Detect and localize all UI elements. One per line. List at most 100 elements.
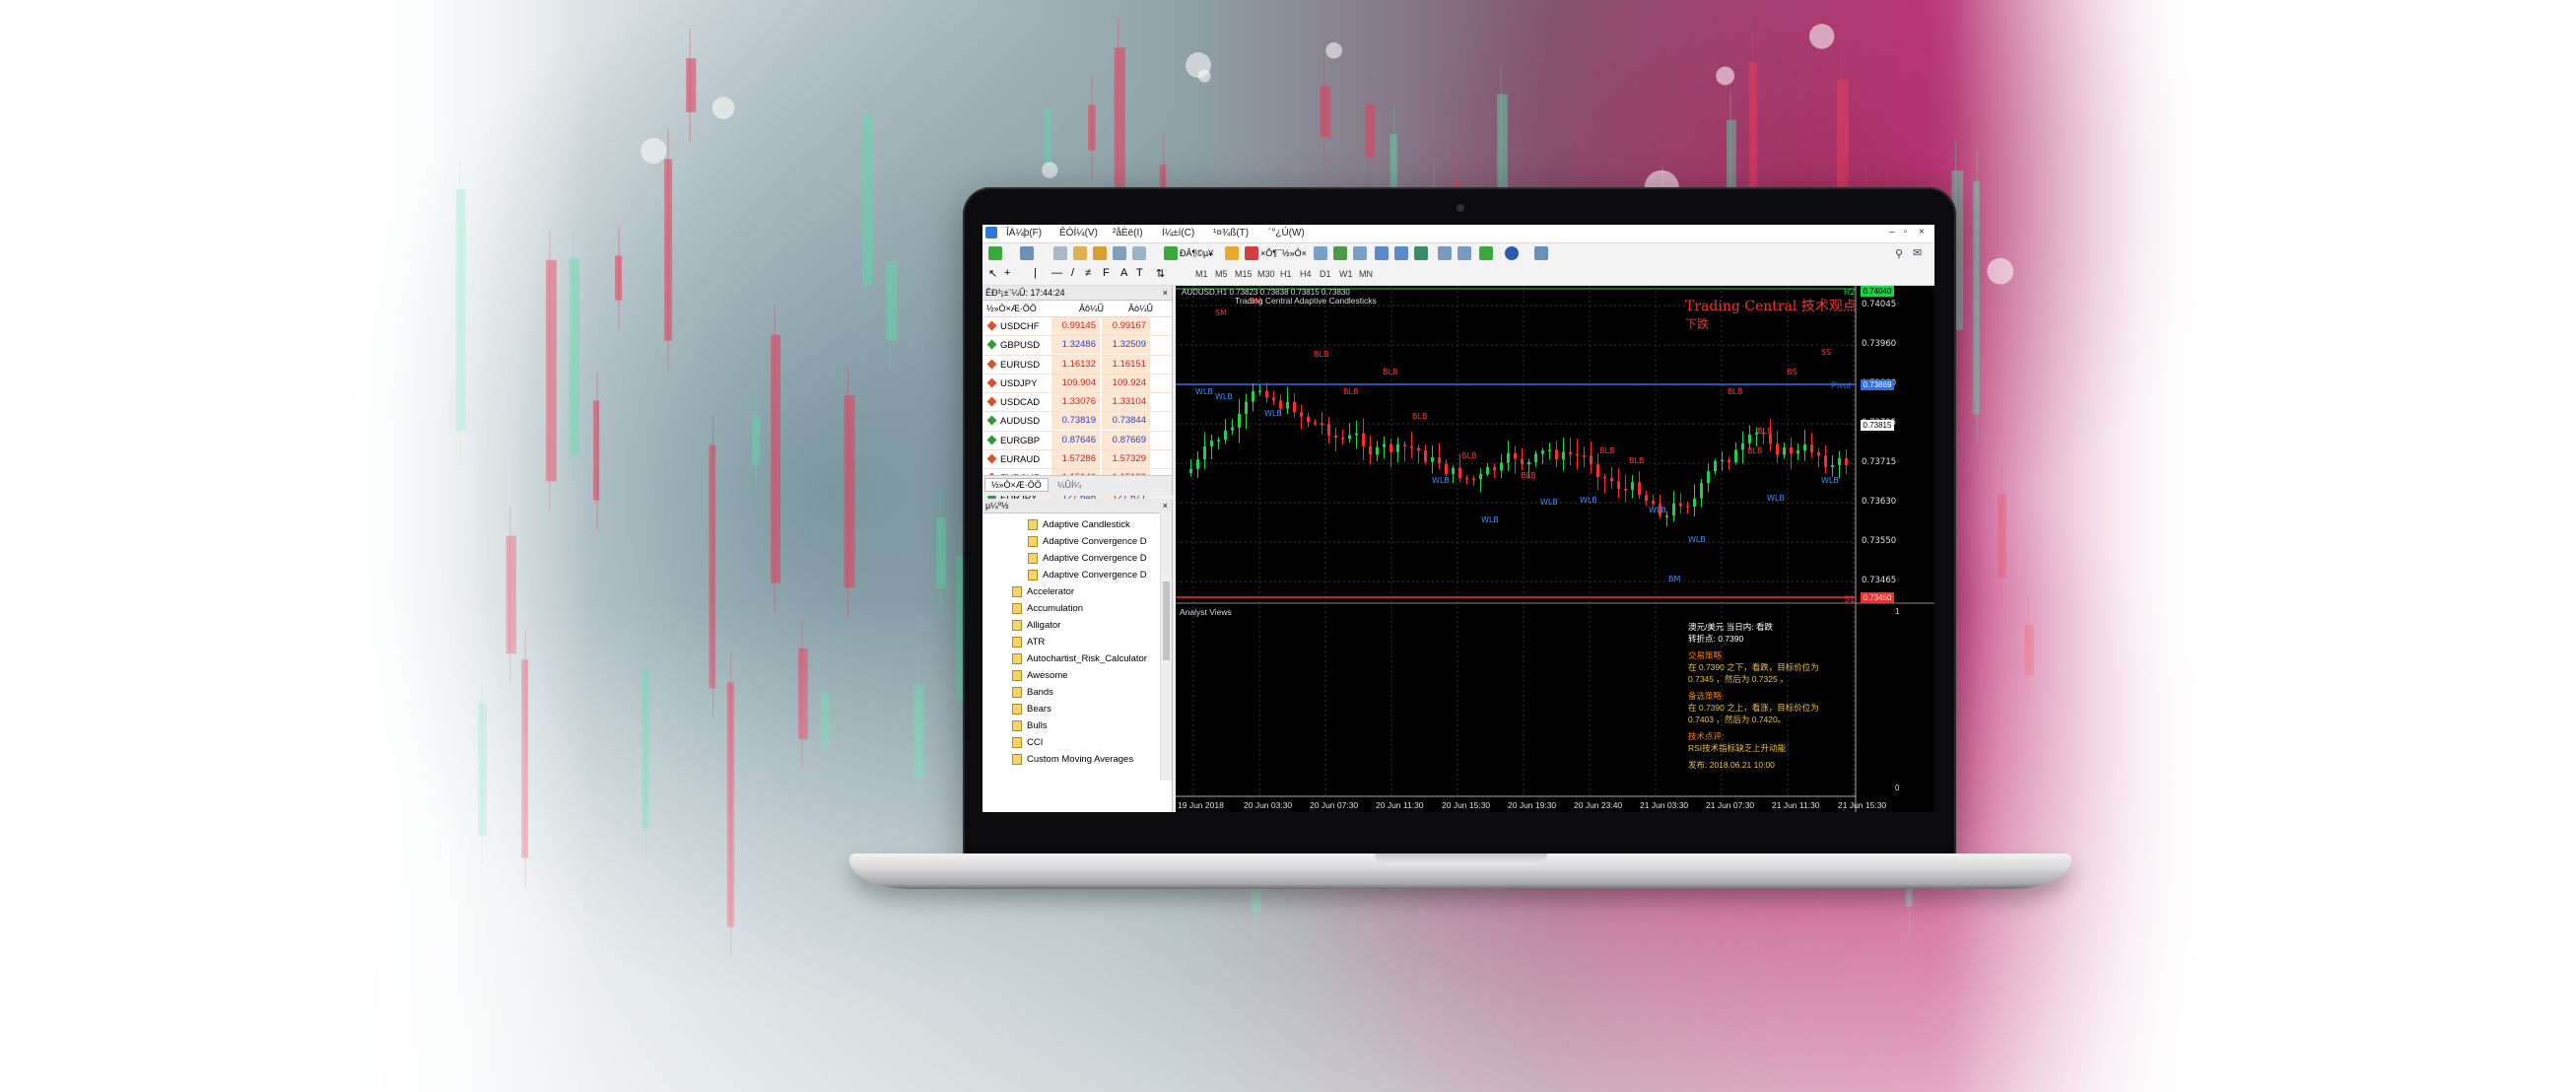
restore-icon[interactable]: ▫ (1904, 227, 1908, 238)
autoscroll-icon[interactable] (1438, 246, 1452, 260)
fibonacci-icon[interactable]: F (1103, 267, 1110, 279)
bar-chart-icon[interactable] (1314, 246, 1327, 260)
market-watch-row[interactable]: AUDUSD 0.73819 0.73844 (983, 412, 1172, 432)
tf-d1[interactable]: D1 (1320, 269, 1331, 279)
lower-scale-bottom: 0 (1895, 784, 1900, 792)
crosshair-icon[interactable]: + (1004, 267, 1010, 279)
market-watch-row[interactable]: EURGBP 0.87646 0.87669 (983, 431, 1172, 451)
minimize-icon[interactable]: – (1889, 227, 1895, 238)
navigator-item[interactable]: Autochartist_Risk_Calculator (983, 650, 1160, 667)
tf-mn[interactable]: MN (1359, 269, 1373, 279)
autotrading-label[interactable]: ×Ô¶¯½»Ò× (1260, 248, 1307, 258)
market-watch-row[interactable]: USDCHF 0.99145 0.99167 (983, 317, 1172, 337)
navigator-item[interactable]: Adaptive Convergence D (983, 550, 1160, 567)
tf-h4[interactable]: H4 (1300, 269, 1312, 279)
col-ask[interactable]: Âò¼Û (1128, 304, 1153, 313)
close-icon[interactable]: × (1163, 286, 1168, 300)
menu-charts[interactable]: Í¼±í(C) (1162, 228, 1194, 239)
navigator-item[interactable]: Awesome (983, 667, 1160, 684)
navigator-item[interactable]: Bears (983, 701, 1160, 717)
price-chart[interactable]: SM BM BLB WLB BLB WLB SS BS WLB BLB BLB BLB WLB BLB WL… (1176, 286, 1934, 812)
tf-m5[interactable]: M5 (1215, 269, 1228, 279)
line-chart-icon[interactable] (1353, 246, 1367, 260)
candle-body (1596, 463, 1599, 477)
symbol-name: USDCAD (1000, 397, 1041, 409)
tf-w1[interactable]: W1 (1339, 269, 1353, 279)
vertical-line-icon[interactable]: | (1034, 267, 1037, 279)
templates-icon[interactable] (1534, 246, 1548, 260)
zoom-in-icon[interactable] (1375, 246, 1389, 260)
horizontal-line-icon[interactable]: — (1051, 267, 1062, 279)
menu-tools[interactable]: ¹¤¾ß(T) (1213, 228, 1249, 239)
bid-price: 1.33076 (1051, 393, 1100, 412)
candle-chart-icon[interactable] (1333, 246, 1347, 260)
autotrading-icon[interactable] (1245, 246, 1258, 260)
menu-insert[interactable]: ²åÈë(I) (1113, 228, 1143, 239)
chart-shift-icon[interactable] (1457, 246, 1471, 260)
text-icon[interactable]: A (1120, 267, 1127, 279)
navigator-item[interactable]: Custom Moving Averages (983, 751, 1160, 768)
menu-window[interactable]: ´°¿Ú(W) (1268, 228, 1305, 239)
navigator-item[interactable]: Accumulation (983, 600, 1160, 617)
cursor-icon[interactable]: ↖ (988, 267, 997, 280)
new-order-label[interactable]: ÐÂ¶©µ¥ (1180, 248, 1213, 258)
col-symbol[interactable]: ½»Ò×Æ·ÖÖ (986, 304, 1037, 313)
new-order-icon[interactable] (1164, 246, 1178, 260)
time-label: 20 Jun 15:30 (1442, 800, 1491, 810)
pattern-marker: WLB (1215, 392, 1233, 401)
col-bid[interactable]: Âô¼Û (1079, 304, 1104, 313)
navigator-item[interactable]: Accelerator (983, 583, 1160, 600)
time-label: 20 Jun 19:30 (1508, 800, 1557, 810)
periods-icon[interactable] (1505, 246, 1519, 260)
navigator-item[interactable]: Alligator (983, 617, 1160, 634)
chart-window[interactable]: SM BM BLB WLB BLB WLB SS BS WLB BLB BLB BLB WLB BLB WL… (1176, 286, 1934, 812)
direction-icon (986, 320, 997, 331)
bokeh-light (1197, 69, 1211, 83)
navigator-item[interactable]: Adaptive Candlestick (983, 516, 1160, 533)
direction-icon (986, 453, 997, 464)
close-icon[interactable]: × (1919, 227, 1925, 238)
navigator-item[interactable]: Bands (983, 684, 1160, 701)
market-watch-row[interactable]: GBPUSD 1.32486 1.32509 (983, 336, 1172, 356)
zoom-out-icon[interactable] (1394, 246, 1408, 260)
metaeditor-icon[interactable] (1225, 246, 1239, 260)
market-watch-row[interactable]: USDJPY 109.904 109.924 (983, 374, 1172, 394)
background-candle (686, 58, 697, 112)
chat-icon[interactable]: ✉ (1913, 246, 1922, 259)
market-watch-icon[interactable] (1053, 246, 1067, 260)
menu-file[interactable]: ÎÄ¼þ(F) (1006, 228, 1042, 239)
navigator-icon[interactable] (1093, 246, 1107, 260)
trendline-icon[interactable]: / (1071, 267, 1074, 279)
menu-view[interactable]: ÊÓÍ¼(V) (1059, 228, 1098, 239)
channel-icon[interactable]: ≠ (1085, 267, 1091, 279)
label-icon[interactable]: T (1136, 267, 1143, 279)
tile-windows-icon[interactable] (1414, 246, 1428, 260)
search-icon[interactable]: ⚲ (1895, 247, 1903, 260)
navigator-item[interactable]: CCI (983, 734, 1160, 751)
navigator-scrollbar[interactable] (1160, 512, 1172, 781)
arrows-icon[interactable]: ⇅ (1156, 267, 1165, 280)
indicators-icon[interactable] (1479, 246, 1493, 260)
new-chart-icon[interactable] (988, 246, 1002, 260)
tf-m1[interactable]: M1 (1195, 269, 1208, 279)
scrollbar-thumb[interactable] (1163, 581, 1170, 660)
data-window-icon[interactable] (1073, 246, 1087, 260)
navigator-item-label: Bulls (1027, 720, 1048, 731)
market-watch-row[interactable]: EURUSD 1.16132 1.16151 (983, 355, 1172, 375)
navigator-item[interactable]: ATR (983, 634, 1160, 650)
profiles-icon[interactable] (1020, 246, 1034, 260)
navigator-item[interactable]: Adaptive Convergence D (983, 567, 1160, 583)
market-watch-row[interactable]: EURAUD 1.57286 1.57329 (983, 450, 1172, 470)
terminal-icon[interactable] (1113, 246, 1126, 260)
tab-tick-chart[interactable]: ¼ÛÍ¼ (1051, 479, 1087, 491)
close-icon[interactable]: × (1163, 499, 1168, 512)
navigator-item[interactable]: Adaptive Convergence D (983, 533, 1160, 550)
tf-m30[interactable]: M30 (1257, 269, 1275, 279)
tf-h1[interactable]: H1 (1280, 269, 1292, 279)
tf-m15[interactable]: M15 (1235, 269, 1253, 279)
tab-symbols[interactable]: ½»Ò×Æ·ÖÖ (984, 478, 1049, 492)
symbol-name: USDJPY (1000, 377, 1038, 389)
market-watch-row[interactable]: USDCAD 1.33076 1.33104 (983, 393, 1172, 413)
navigator-item[interactable]: Bulls (983, 717, 1160, 734)
tester-icon[interactable] (1132, 246, 1146, 260)
